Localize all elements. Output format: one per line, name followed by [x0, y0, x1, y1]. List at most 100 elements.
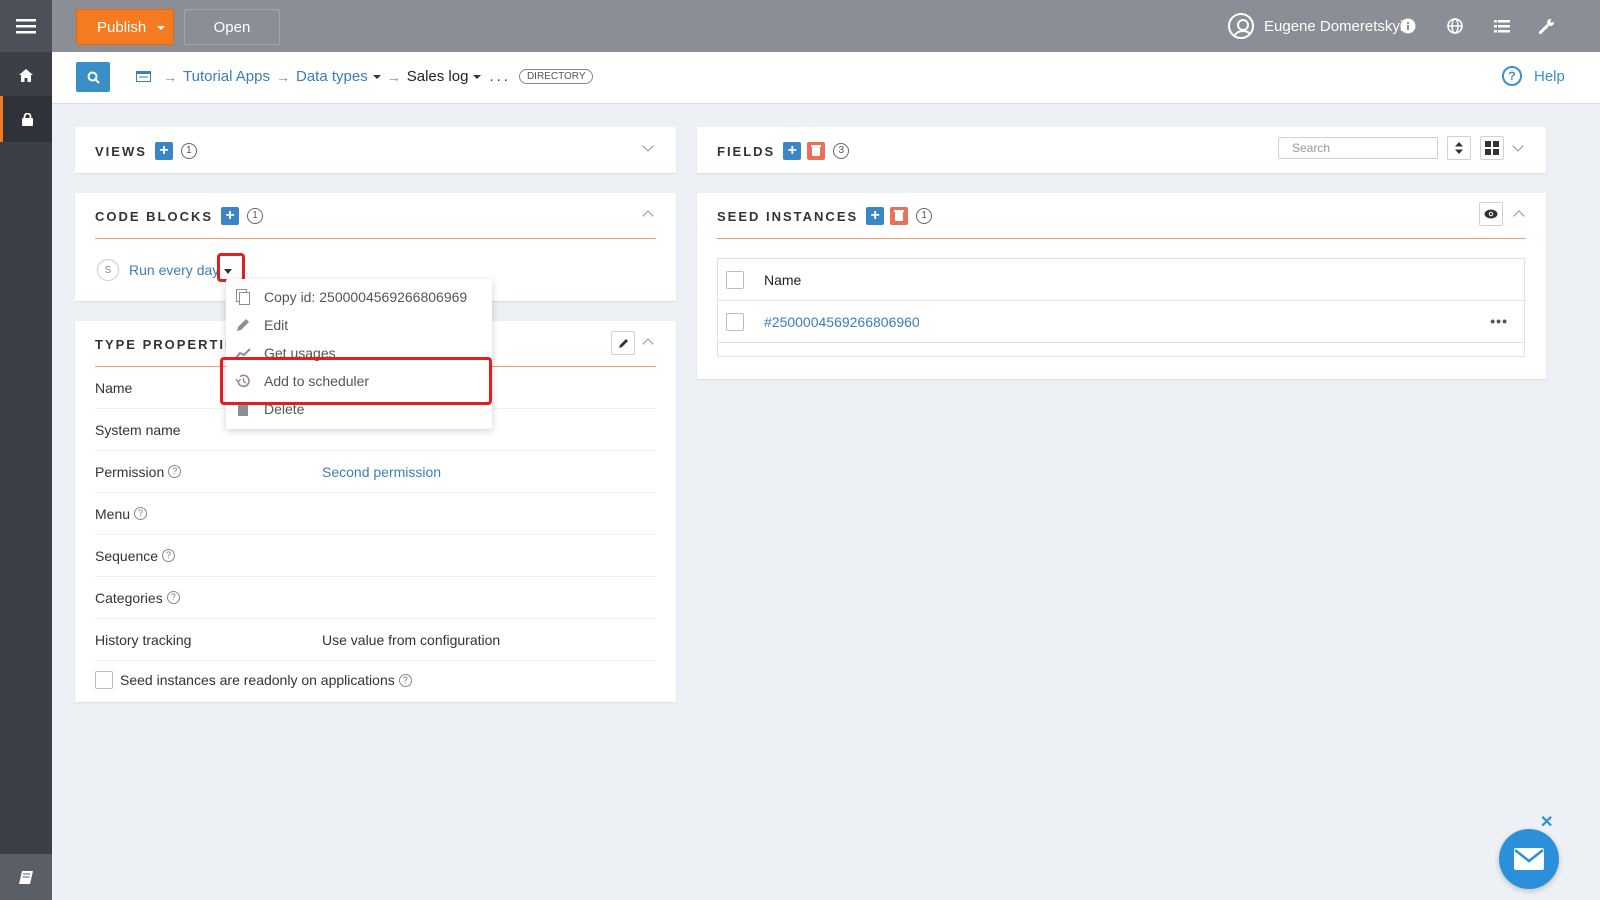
breadcrumb-tutorial-apps[interactable]: Tutorial Apps — [183, 68, 270, 85]
delete-seed-instance-button[interactable] — [890, 207, 909, 225]
prop-label: Permission? — [95, 464, 322, 480]
prop-label: History tracking — [95, 632, 322, 648]
help-icon[interactable]: ? — [398, 673, 412, 687]
chevron-down-icon[interactable] — [372, 74, 381, 79]
prop-label: Menu? — [95, 506, 322, 522]
add-code-block-button[interactable]: + — [221, 207, 240, 225]
chevron-up-icon[interactable] — [642, 338, 654, 350]
seed-instances-count: 1 — [916, 208, 933, 224]
seed-instance-link[interactable]: #2500004569266806960 — [764, 314, 920, 330]
visibility-button[interactable] — [1479, 202, 1503, 226]
grid-view-button[interactable] — [1480, 136, 1504, 160]
select-all-checkbox[interactable] — [726, 270, 744, 289]
type-properties-title: TYPE PROPERTIES — [95, 337, 247, 352]
fields-panel: FIELDS + 3 Search — [697, 127, 1546, 173]
chat-button[interactable] — [1499, 829, 1559, 889]
pencil-icon — [234, 316, 252, 334]
add-view-button[interactable]: + — [154, 142, 173, 160]
prop-label-text: Permission — [95, 463, 165, 480]
prop-value: Use value from configuration — [322, 631, 501, 648]
seed-instances-title: SEED INSTANCES — [717, 208, 859, 224]
readonly-checkbox-row: Seed instances are readonly on applicati… — [95, 671, 412, 689]
fields-count: 3 — [833, 143, 850, 159]
home-button[interactable] — [0, 52, 52, 98]
settings-button[interactable] — [1537, 16, 1557, 36]
user-name: Eugene Domeretskyi — [1264, 17, 1404, 35]
prop-label-text: Categories — [95, 589, 163, 606]
chevron-down-icon[interactable] — [642, 140, 654, 152]
list-button[interactable] — [1492, 16, 1512, 36]
publish-button[interactable]: Publish — [76, 9, 174, 45]
open-button[interactable]: Open — [184, 9, 280, 45]
close-icon[interactable]: ✕ — [1540, 812, 1553, 832]
publish-label: Publish — [97, 18, 147, 36]
prop-label-text: Name — [95, 379, 133, 396]
readonly-checkbox[interactable] — [95, 671, 113, 689]
prop-label: Categories? — [95, 590, 322, 606]
globe-icon — [1447, 18, 1463, 34]
home-icon — [19, 68, 33, 82]
divider — [95, 238, 656, 239]
sort-button[interactable] — [1447, 136, 1471, 160]
left-rail — [0, 0, 52, 900]
chevron-up-icon[interactable] — [1513, 210, 1525, 222]
top-bar: Publish Open Eugene Domeretskyi — [52, 0, 1600, 52]
info-icon — [1400, 18, 1416, 34]
chevron-up-icon[interactable] — [642, 210, 654, 222]
code-block-context-menu: Copy id: 2500004569266806969 Edit Get us… — [226, 279, 492, 429]
lock-icon — [22, 112, 33, 126]
globe-button[interactable] — [1445, 16, 1465, 36]
menu-item-edit[interactable]: Edit — [234, 311, 288, 339]
hamburger-menu-button[interactable] — [0, 0, 52, 52]
help-icon[interactable]: ? — [166, 591, 180, 604]
fields-search-input[interactable]: Search — [1278, 137, 1438, 159]
menu-item-copy-id[interactable]: Copy id: 2500004569266806969 — [234, 283, 467, 311]
breadcrumb-data-types[interactable]: Data types — [296, 68, 368, 85]
code-blocks-title: CODE BLOCKS — [95, 208, 214, 224]
seed-instances-panel: SEED INSTANCES + 1 Name #250000456926680… — [697, 193, 1546, 379]
help-icon[interactable]: ? — [162, 549, 176, 562]
more-options-icon[interactable]: ••• — [1490, 313, 1508, 329]
chevron-down-icon — [157, 26, 165, 30]
user-menu[interactable]: Eugene Domeretskyi — [1228, 13, 1403, 39]
column-header-name[interactable]: Name — [764, 272, 801, 288]
type-properties-header: TYPE PROPERTIES — [95, 337, 246, 352]
seed-instances-table: Name #2500004569266806960 ••• — [717, 258, 1525, 357]
search-icon — [87, 71, 100, 84]
delete-field-button[interactable] — [807, 142, 826, 160]
app-window-icon[interactable] — [136, 71, 151, 82]
help-button[interactable]: ? Help — [1502, 66, 1565, 86]
info-button[interactable] — [1398, 16, 1418, 36]
views-header: VIEWS + 1 — [95, 142, 197, 160]
breadcrumb-sales-log[interactable]: Sales log — [407, 68, 469, 85]
help-icon[interactable]: ? — [168, 465, 182, 478]
permission-link[interactable]: Second permission — [322, 464, 441, 480]
chevron-down-icon[interactable] — [473, 74, 482, 79]
breadcrumb: → Tutorial Apps → Data types → Sales log… — [136, 68, 594, 85]
breadcrumb-more[interactable]: ... — [489, 68, 511, 85]
help-label: Help — [1534, 67, 1565, 85]
prop-label: Sequence? — [95, 548, 322, 564]
row-checkbox[interactable] — [726, 312, 744, 331]
hamburger-icon — [16, 19, 36, 34]
edit-properties-button[interactable] — [611, 331, 635, 355]
table-row: #2500004569266806960 ••• — [718, 301, 1524, 343]
book-button[interactable] — [0, 854, 52, 900]
views-title: VIEWS — [95, 143, 147, 159]
divider — [717, 238, 1526, 239]
add-seed-instance-button[interactable]: + — [866, 207, 885, 225]
directory-tag: DIRECTORY — [518, 69, 594, 84]
code-block-link[interactable]: Run every day — [129, 262, 219, 278]
search-button[interactable] — [76, 62, 110, 92]
arrow-right-icon: → — [163, 68, 177, 85]
help-icon[interactable]: ? — [134, 507, 148, 520]
help-circle-icon: ? — [1502, 66, 1522, 86]
chevron-down-icon[interactable] — [1512, 140, 1524, 152]
add-field-button[interactable]: + — [783, 142, 802, 160]
code-blocks-header: CODE BLOCKS + 1 — [95, 207, 264, 225]
menu-item-label: Edit — [264, 317, 289, 333]
code-block-type-badge: S — [97, 259, 119, 281]
list-icon — [1494, 20, 1510, 33]
arrow-right-icon: → — [386, 68, 401, 85]
lock-button[interactable] — [0, 96, 52, 142]
